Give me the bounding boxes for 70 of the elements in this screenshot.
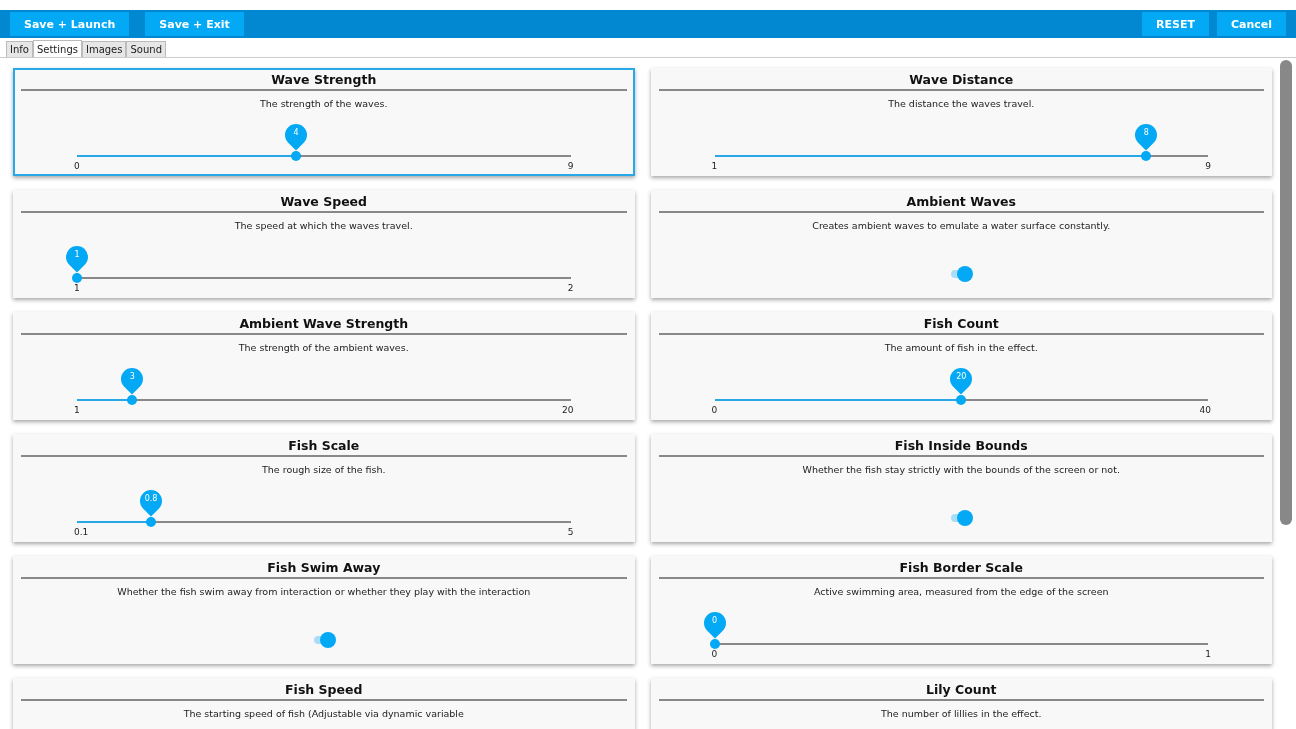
slider-thumb[interactable]: [1141, 151, 1152, 161]
slider-max-label: 9: [1205, 161, 1211, 171]
toolbar-button[interactable]: Cancel: [1216, 12, 1286, 36]
value-balloon: 1: [66, 246, 88, 274]
slider-thumb[interactable]: [291, 151, 302, 161]
slider[interactable]: 8: [703, 124, 1219, 161]
slider-thumb[interactable]: [72, 273, 82, 283]
setting-title: Ambient Wave Strength: [21, 314, 627, 335]
tab[interactable]: Images: [81, 41, 127, 57]
slider-thumb[interactable]: [127, 395, 138, 405]
slider-max-label: 20: [562, 405, 574, 415]
slider-thumb[interactable]: [956, 395, 967, 405]
slider[interactable]: 0: [703, 612, 1219, 649]
setting-title: Fish Speed: [21, 680, 627, 701]
slider-max-label: 5: [567, 527, 574, 537]
tab[interactable]: Info: [6, 41, 33, 57]
value-balloon: 3: [121, 368, 144, 396]
toolbar-button[interactable]: Save + Exit: [145, 12, 244, 36]
toggle-switch[interactable]: [949, 510, 974, 526]
slider-max-label: 40: [1199, 405, 1211, 415]
value-balloon: 20: [950, 368, 973, 396]
slider-min-label: 1: [74, 405, 80, 415]
slider-thumb[interactable]: [146, 517, 156, 527]
value-balloon: 0: [703, 612, 726, 640]
slider-min-label: 1: [74, 283, 80, 293]
setting-description: The strength of the waves.: [258, 98, 389, 109]
setting-title: Wave Speed: [21, 192, 627, 213]
scrollbar-thumb[interactable]: [1280, 60, 1292, 525]
slider-min-label: 1: [711, 161, 718, 171]
slider[interactable]: 0.8: [66, 490, 582, 527]
setting-title: Fish Border Scale: [658, 558, 1264, 579]
setting-description: The number of lillies in the effect.: [880, 708, 1043, 719]
slider-thumb[interactable]: [709, 639, 720, 649]
slider-max-label: 2: [567, 283, 574, 293]
setting-title: Fish Inside Bounds: [658, 436, 1264, 457]
setting-description: The distance the waves travel.: [887, 98, 1036, 109]
tab[interactable]: Settings: [32, 40, 82, 57]
value-balloon: 0.8: [140, 490, 162, 518]
toolbar-button[interactable]: RESET: [1142, 12, 1209, 36]
setting-title: Wave Distance: [658, 70, 1264, 91]
slider-min-label: 0: [74, 161, 80, 171]
toggle-switch[interactable]: [949, 266, 974, 282]
setting-description: The amount of fish in the effect.: [883, 342, 1039, 353]
slider[interactable]: 1: [66, 246, 582, 283]
slider[interactable]: 20: [703, 368, 1219, 405]
slider[interactable]: 3: [66, 368, 582, 405]
setting-description: Active swimming area, measured from the edge of the screen: [812, 586, 1110, 597]
setting-description: Whether the fish stay strictly with the bounds of the screen or not.: [801, 464, 1121, 475]
value-balloon: 8: [1135, 124, 1158, 152]
setting-description: Creates ambient waves to emulate a water surface constantly.: [811, 220, 1112, 231]
toolbar-button[interactable]: Save + Launch: [10, 12, 130, 36]
slider[interactable]: 4: [66, 124, 582, 161]
setting-title: Fish Scale: [21, 436, 627, 457]
setting-title: Lily Count: [658, 680, 1264, 701]
setting-description: The rough size of the fish.: [261, 464, 387, 475]
setting-title: Ambient Waves: [658, 192, 1264, 213]
slider-max-label: 9: [567, 161, 574, 171]
tab[interactable]: Sound: [126, 41, 166, 57]
value-balloon: 4: [285, 124, 308, 152]
setting-title: Wave Strength: [21, 70, 627, 91]
slider-min-label: 0.1: [74, 527, 89, 537]
setting-title: Fish Swim Away: [21, 558, 627, 579]
setting-description: Whether the fish swim away from interaction or whether they play with the interaction: [116, 586, 532, 597]
setting-description: The speed at which the waves travel.: [233, 220, 414, 231]
slider-max-label: 1: [1205, 649, 1211, 659]
setting-title: Fish Count: [658, 314, 1264, 335]
slider-min-label: 0: [711, 649, 718, 659]
setting-description: The strength of the ambient waves.: [237, 342, 410, 353]
slider-min-label: 0: [711, 405, 718, 415]
setting-description: The starting speed of fish (Adjustable via dynamic variable: [182, 708, 465, 719]
